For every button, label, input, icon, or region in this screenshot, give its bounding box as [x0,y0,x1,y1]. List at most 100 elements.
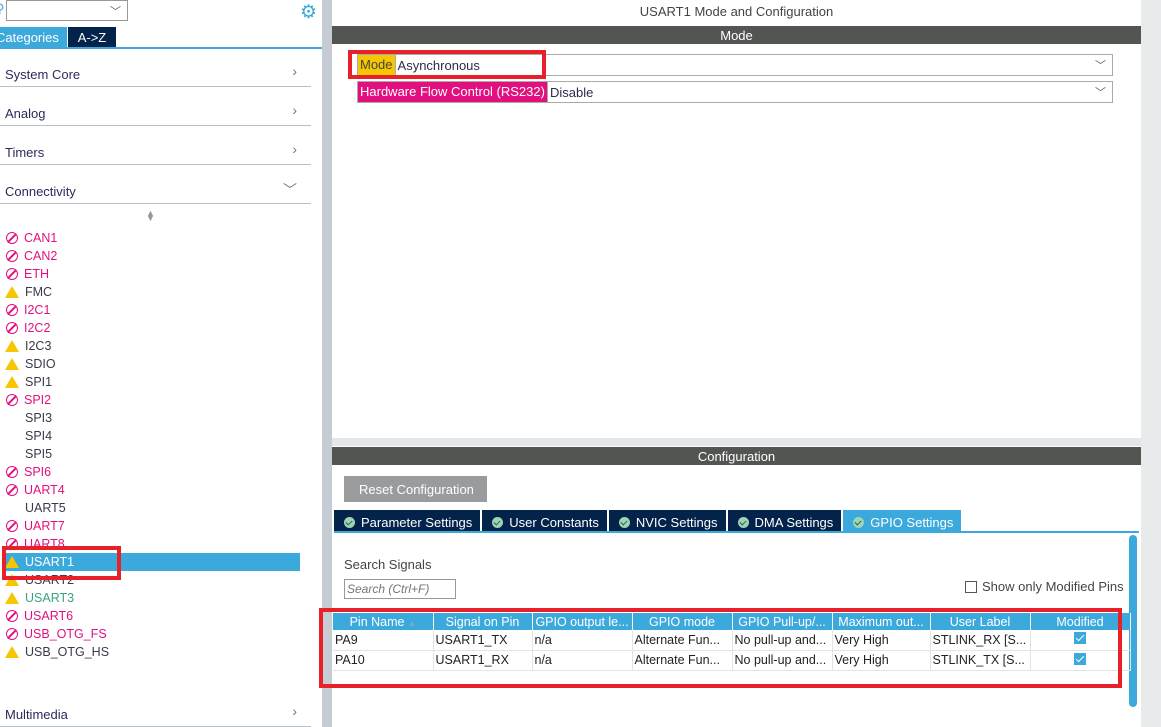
ip-item-uart8[interactable]: UART8 [5,535,300,553]
modified-cell [1030,630,1131,651]
gear-icon[interactable]: ⚙ [300,1,317,24]
category-analog[interactable]: Analog › [0,88,311,126]
table-row[interactable]: PA9 USART1_TX n/a Alternate Fun... No pull-u… [333,630,1131,651]
table-cell: n/a [532,630,633,651]
ip-item-uart7[interactable]: UART7 [5,517,300,535]
ip-item-i2c1[interactable]: I2C1 [5,301,300,319]
ip-item-spi1[interactable]: SPI1 [5,373,300,391]
config-tabs: Parameter Settings User Constants NVIC Set… [334,510,963,531]
reset-configuration-button[interactable]: Reset Configuration [344,476,487,502]
tab-nvic-settings[interactable]: NVIC Settings [608,510,726,531]
column-header[interactable]: GPIO output le... [532,613,633,630]
forbidden-icon [6,322,18,334]
ip-item-label: CAN1 [24,231,58,245]
ip-item-label: UART5 [25,501,66,515]
check-circle-icon [853,516,865,528]
column-header[interactable]: Pin Name ▲ [333,613,434,630]
ip-item-uart4[interactable]: UART4 [5,481,300,499]
checkbox-checked-icon [1074,652,1086,665]
ip-item-spi4[interactable]: SPI4 [5,427,300,445]
hfc-value: Disable [546,82,1095,102]
configuration-header: Configuration [332,447,1141,465]
blank-icon [5,501,19,515]
column-label: Maximum out... [838,614,924,629]
column-label: GPIO mode [649,614,715,629]
table-row[interactable]: PA10 USART1_RX n/a Alternate Fun... No pull-… [333,650,1131,671]
forbidden-icon [6,304,18,316]
ip-item-spi2[interactable]: SPI2 [5,391,300,409]
ip-item-can1[interactable]: CAN1 [5,229,300,247]
search-signals-input[interactable] [344,579,456,599]
category-connectivity[interactable]: Connectivity ﹀ [0,166,311,204]
ip-item-fmc[interactable]: FMC [5,283,300,301]
ip-item-spi3[interactable]: SPI3 [5,409,300,427]
ip-item-usb_otg_fs[interactable]: USB_OTG_FS [5,625,300,643]
splitter[interactable] [322,0,332,727]
ip-item-usart1[interactable]: USART1 [5,553,300,571]
forbidden-icon [6,628,18,640]
ip-tree-panel: ⚲ ﹀ ⚙ Categories A->Z System Core › Analo… [0,0,322,727]
ip-item-label: UART4 [24,483,65,497]
category-system-core[interactable]: System Core › [0,49,311,87]
category-timers[interactable]: Timers › [0,127,311,165]
sort-icon[interactable]: ▲ ▼ [146,209,155,223]
tab-categories[interactable]: Categories [0,27,67,47]
sort-icon: ▲ [407,618,416,628]
table-cell: PA10 [333,650,434,671]
ip-item-usart3[interactable]: USART3 [5,589,300,607]
tab-parameter-settings[interactable]: Parameter Settings [334,510,481,531]
blank-icon [5,411,19,425]
table-cell: No pull-up and... [732,630,833,651]
column-header[interactable]: User Label [930,613,1031,630]
table-cell: n/a [532,650,633,671]
ip-item-label: CAN2 [24,249,58,263]
forbidden-icon [6,484,18,496]
tab-a-z[interactable]: A->Z [68,27,116,47]
ip-item-can2[interactable]: CAN2 [5,247,300,265]
table-cell: USART1_TX [433,630,533,651]
forbidden-icon [6,232,18,244]
tab-gpio-settings[interactable]: GPIO Settings [843,510,962,531]
column-header[interactable]: GPIO Pull-up/... [732,613,833,630]
category-label: Multimedia [5,707,68,722]
ip-item-label: SPI5 [25,447,53,461]
table-cell: Alternate Fun... [632,650,733,671]
ip-item-i2c2[interactable]: I2C2 [5,319,300,337]
ip-item-label: USART1 [25,555,75,569]
ip-item-spi5[interactable]: SPI5 [5,445,300,463]
column-label: Pin Name [349,614,405,629]
ip-item-label: USART6 [24,609,74,623]
mode-header: Mode [332,26,1141,44]
ip-item-label: SDIO [25,357,56,371]
warning-icon [5,358,19,370]
column-header[interactable]: GPIO mode [632,613,733,630]
ip-item-spi6[interactable]: SPI6 [5,463,300,481]
hardware-flow-control-select[interactable]: Hardware Flow Control (RS232) Disable ﹀ [357,81,1113,103]
mode-select[interactable]: Mode Asynchronous ﹀ [357,54,1113,76]
ip-item-uart5[interactable]: UART5 [5,499,300,517]
ip-item-usart2[interactable]: USART2 [5,571,300,589]
column-header[interactable]: Maximum out... [832,613,931,630]
column-header[interactable]: Modified [1030,613,1131,630]
table-cell: Very High [832,650,931,671]
ip-item-usart6[interactable]: USART6 [5,607,300,625]
ip-item-i2c3[interactable]: I2C3 [5,337,300,355]
forbidden-icon [6,466,18,478]
category-multimedia[interactable]: Multimedia › [0,689,311,727]
ip-item-label: USB_OTG_FS [24,627,107,641]
tab-user-constants[interactable]: User Constants [482,510,607,531]
ip-item-label: I2C2 [24,321,51,335]
ip-search-combo[interactable]: ﹀ [6,0,128,21]
ip-item-eth[interactable]: ETH [5,265,300,283]
tab-dma-settings[interactable]: DMA Settings [727,510,842,531]
table-cell: No pull-up and... [732,650,833,671]
splitter[interactable] [332,438,1141,446]
checkbox[interactable] [965,580,977,593]
column-header[interactable]: Signal on Pin [433,613,533,630]
ip-item-sdio[interactable]: SDIO [5,355,300,373]
show-modified-label: Show only Modified Pins [982,579,1124,594]
ip-item-usb_otg_hs[interactable]: USB_OTG_HS [5,643,300,661]
show-modified-checkbox[interactable]: Show only Modified Pins [965,579,1124,594]
warning-icon [5,286,19,298]
ip-item-label: ETH [24,267,49,281]
